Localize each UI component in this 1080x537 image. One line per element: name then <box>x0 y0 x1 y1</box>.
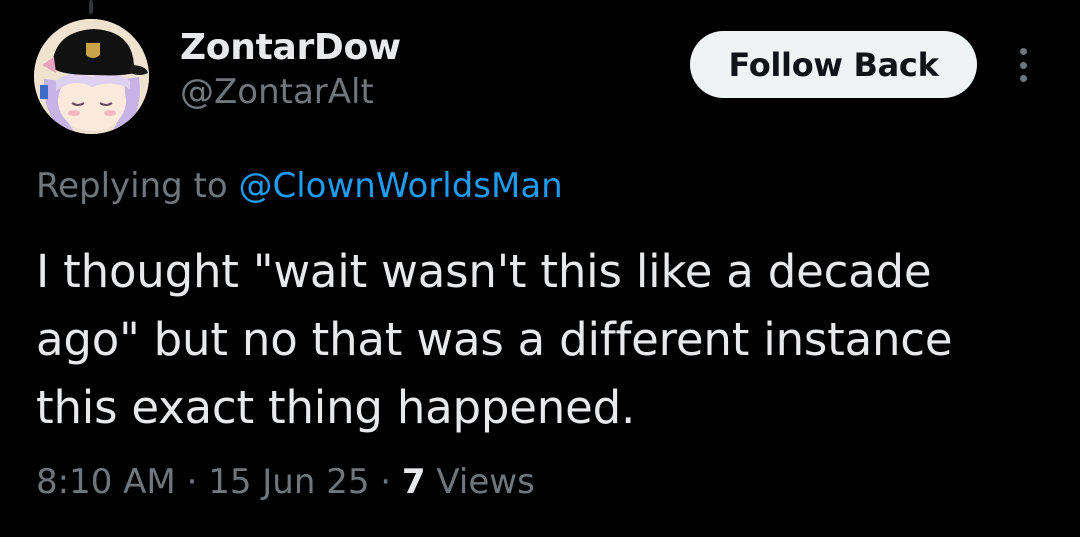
follow-back-button[interactable]: Follow Back <box>690 31 977 98</box>
more-dot <box>1019 75 1027 82</box>
avatar-image <box>34 19 149 134</box>
thread-connector-line <box>89 0 93 14</box>
separator: · <box>186 462 198 502</box>
tweet-date[interactable]: 15 Jun 25 <box>208 462 369 502</box>
tweet-text: I thought "wait wasn't this like a decad… <box>36 245 953 434</box>
replying-prefix: Replying to <box>36 166 239 206</box>
display-name[interactable]: ZontarDow <box>180 26 401 70</box>
views-count: 7 <box>401 462 426 502</box>
views-label: Views <box>436 462 535 502</box>
user-handle[interactable]: @ZontarAlt <box>180 70 401 114</box>
more-dot <box>1019 61 1027 69</box>
tweet-time[interactable]: 8:10 AM <box>36 462 176 502</box>
avatar[interactable] <box>34 19 149 134</box>
more-options-icon[interactable] <box>1008 40 1038 90</box>
user-info: ZontarDow @ZontarAlt <box>180 26 401 114</box>
tweet-metadata: 8:10 AM · 15 Jun 25 · 7 Views <box>36 458 535 506</box>
reply-mention-link[interactable]: @ClownWorldsMan <box>239 166 563 206</box>
separator: · <box>380 462 392 502</box>
more-dot <box>1019 48 1027 55</box>
replying-to-line: Replying to @ClownWorldsMan <box>36 164 563 208</box>
